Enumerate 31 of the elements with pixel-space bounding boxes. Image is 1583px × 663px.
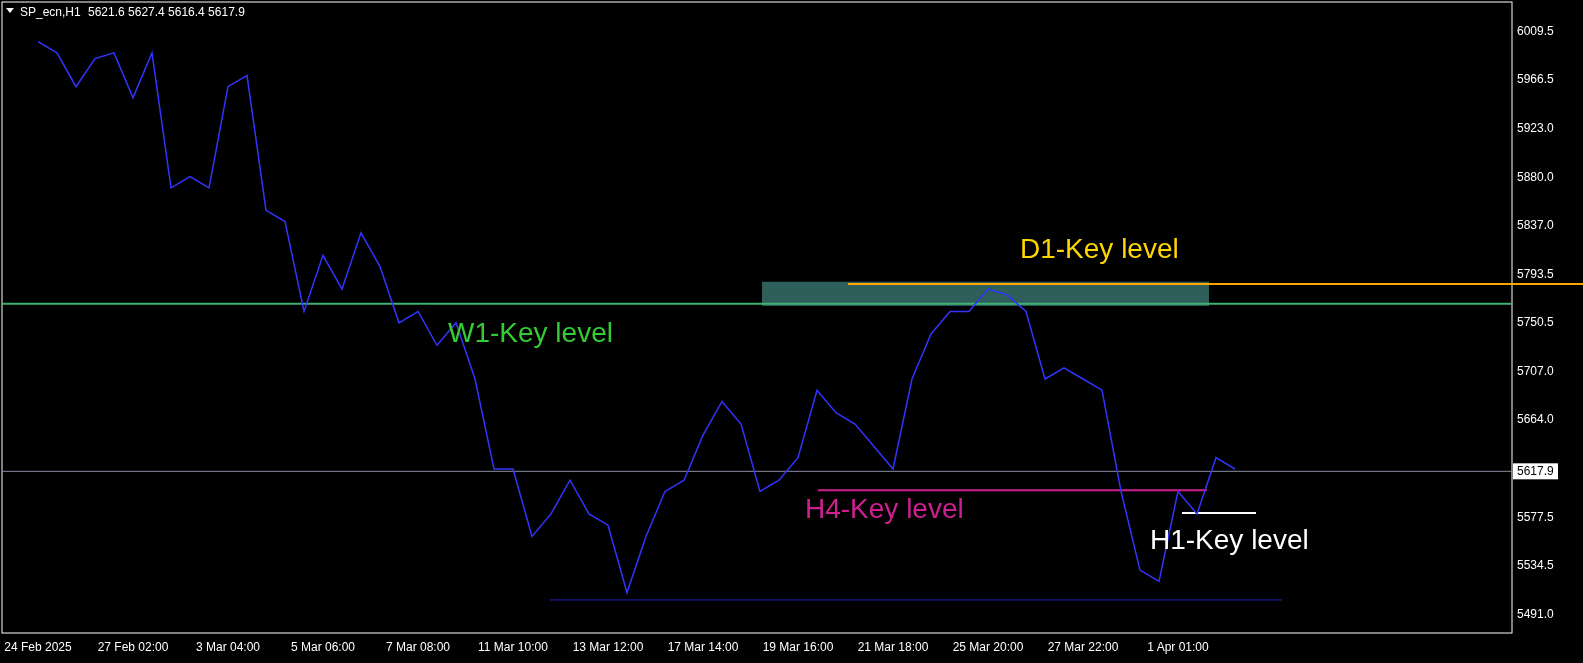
y-axis-label: 5923.0 xyxy=(1517,121,1554,136)
x-axis-label: 17 Mar 14:00 xyxy=(667,640,739,654)
x-axis-label: 11 Mar 10:00 xyxy=(478,640,548,654)
y-axis-label: 5664.0 xyxy=(1517,412,1554,427)
x-axis-label: 19 Mar 16:00 xyxy=(762,640,834,654)
y-axis-label: 5793.5 xyxy=(1517,266,1554,281)
key-level-label: D1-Key level xyxy=(1020,233,1179,264)
y-axis-label: 5707.0 xyxy=(1517,364,1554,379)
y-axis-label: 5577.5 xyxy=(1517,509,1554,524)
ohlc-quote: 5621.6 5627.4 5616.4 5617.9 xyxy=(88,5,245,19)
x-axis-label: 24 Feb 2025 xyxy=(4,640,72,654)
dropdown-triangle-icon[interactable] xyxy=(6,8,14,13)
y-axis-label: 5966.5 xyxy=(1517,72,1554,87)
x-axis-label: 13 Mar 12:00 xyxy=(572,640,644,654)
x-axis-label: 27 Mar 22:00 xyxy=(1047,640,1119,654)
x-axis-label: 27 Feb 02:00 xyxy=(97,640,169,654)
y-axis-label: 5534.5 xyxy=(1517,558,1554,573)
y-axis-label: 5750.5 xyxy=(1517,315,1554,330)
symbol-label: SP_ecn,H1 xyxy=(20,5,81,19)
x-axis-label: 5 Mar 06:00 xyxy=(291,640,355,654)
y-axis-label: 5491.0 xyxy=(1517,607,1554,621)
x-axis-label: 7 Mar 08:00 xyxy=(386,640,450,654)
y-axis-label: 5880.0 xyxy=(1517,169,1554,184)
x-axis-label: 21 Mar 18:00 xyxy=(857,640,929,654)
y-axis-label: 6009.5 xyxy=(1517,24,1554,38)
key-level-label: H4-Key level xyxy=(805,493,964,524)
x-axis-label: 25 Mar 20:00 xyxy=(952,640,1024,654)
current-price-tag: 5617.9 xyxy=(1513,463,1558,480)
x-axis-label: 3 Mar 04:00 xyxy=(196,640,260,654)
x-axis-label: 1 Apr 01:00 xyxy=(1147,640,1209,654)
y-axis-label: 5837.0 xyxy=(1517,217,1554,232)
